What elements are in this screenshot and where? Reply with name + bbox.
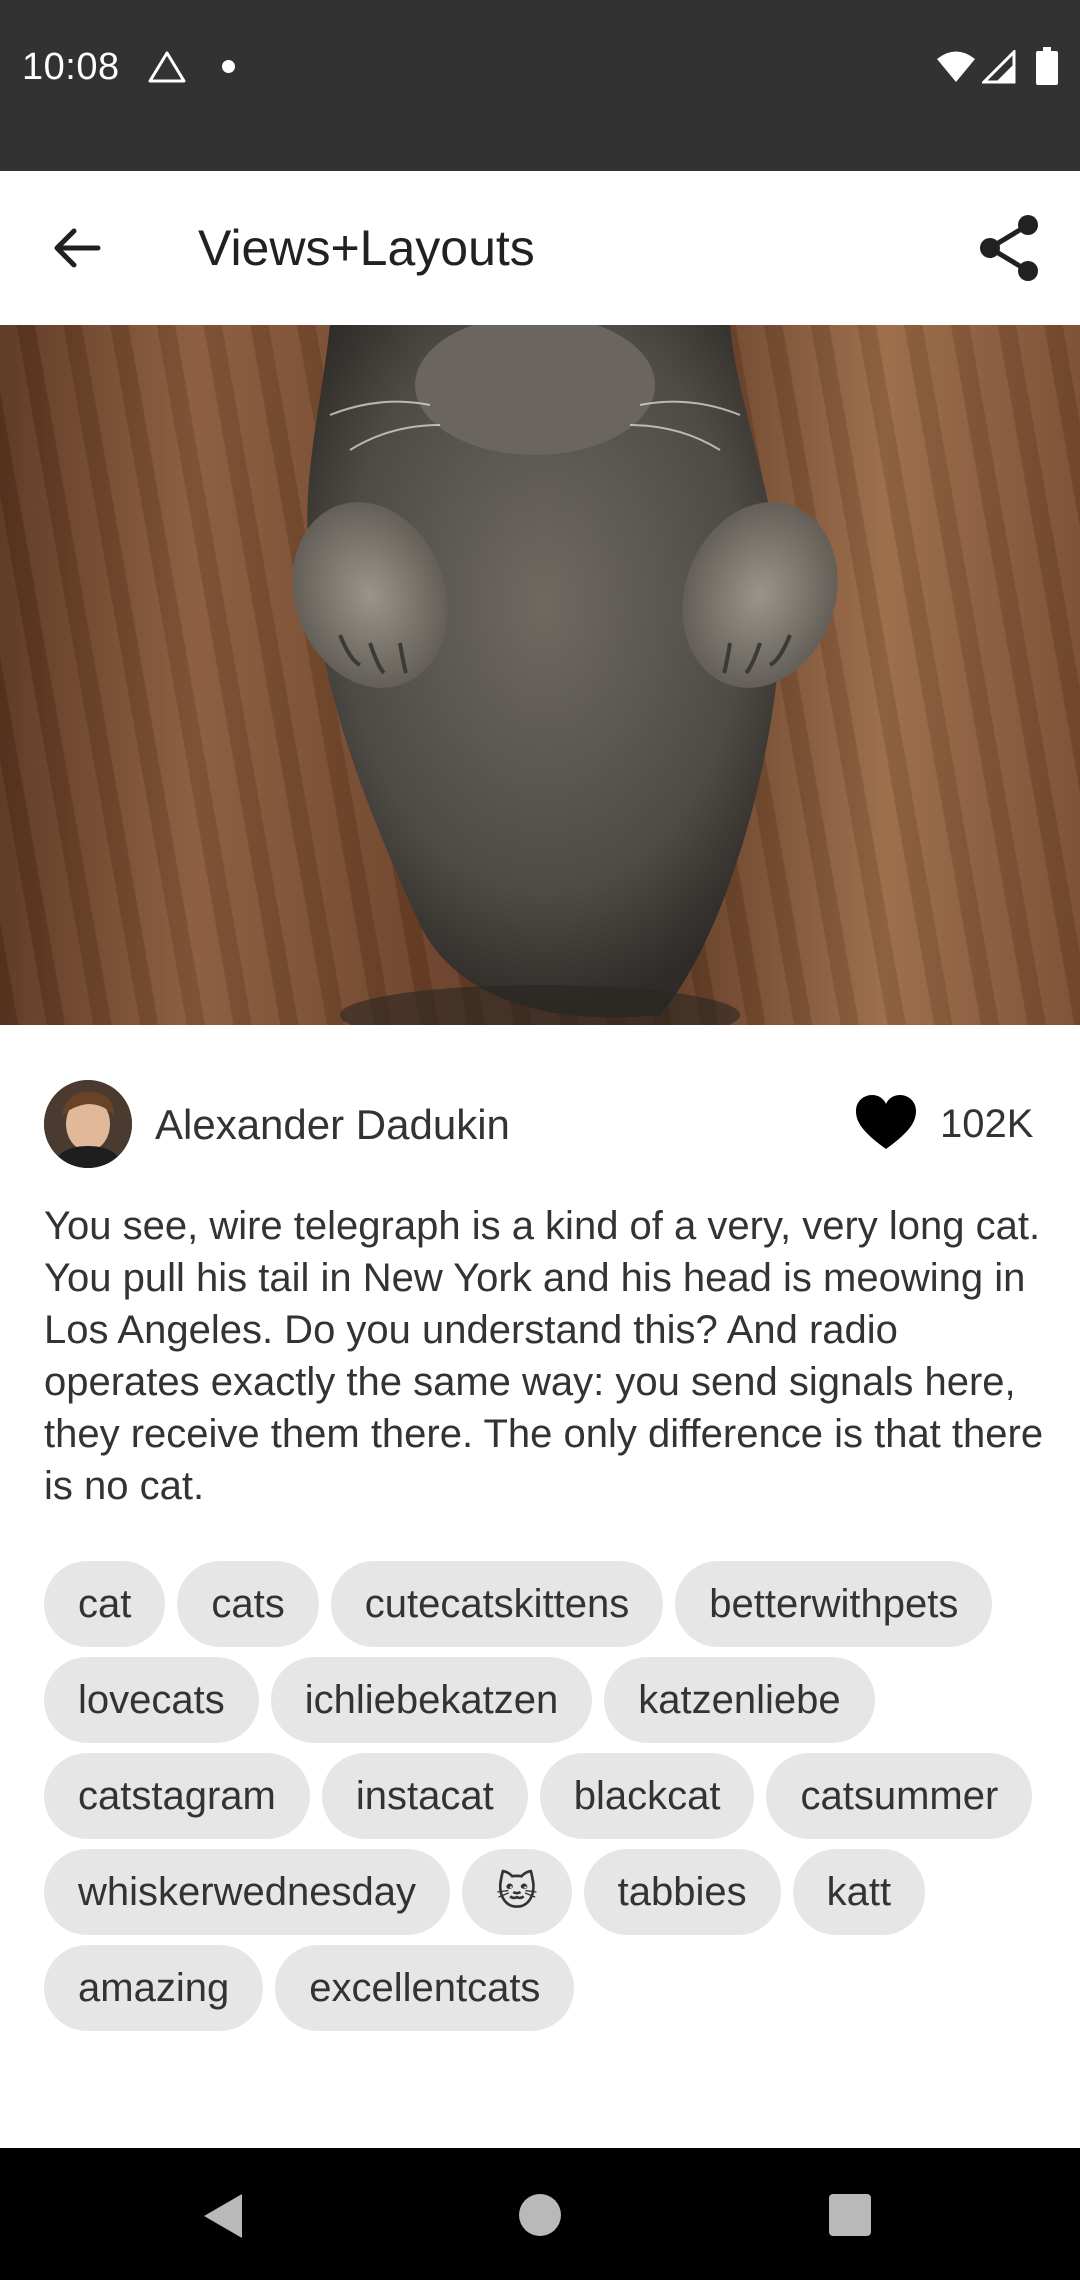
tag-chip[interactable]: catsummer xyxy=(766,1753,1033,1839)
nav-home-icon[interactable] xyxy=(519,2194,561,2236)
tag-chip[interactable]: 🐱 xyxy=(461,1849,572,1935)
tag-chip[interactable]: katzenliebe xyxy=(604,1657,875,1743)
status-bar: 10:08 xyxy=(0,0,1080,171)
post-description: You see, wire telegraph is a kind of a v… xyxy=(44,1204,1044,1508)
warning-icon xyxy=(148,51,186,83)
tag-list: cat cats cutecatskittens betterwithpets … xyxy=(44,1561,1054,2031)
wifi-icon xyxy=(937,51,975,82)
tag-chip[interactable]: cutecatskittens xyxy=(330,1561,664,1647)
nav-back-icon[interactable] xyxy=(202,2192,246,2240)
like-count: 102K xyxy=(940,1102,1034,1146)
tag-chip[interactable]: tabbies xyxy=(583,1849,781,1935)
tag-chip[interactable]: lovecats xyxy=(44,1657,259,1743)
post-photo xyxy=(0,325,1080,1025)
tag-chip[interactable]: instacat xyxy=(321,1753,528,1839)
tag-chip[interactable]: whiskerwednesday xyxy=(44,1849,450,1935)
battery-icon xyxy=(1036,47,1058,85)
tag-chip[interactable]: ichliebekatzen xyxy=(270,1657,593,1743)
notification-dot-icon xyxy=(222,60,235,73)
signal-icon xyxy=(982,50,1016,84)
share-icon[interactable] xyxy=(972,211,1046,285)
tag-chip[interactable]: cat xyxy=(44,1561,166,1647)
nav-recents-icon[interactable] xyxy=(829,2194,871,2236)
author-name[interactable]: Alexander Dadukin xyxy=(155,1101,510,1149)
tag-chip[interactable]: katt xyxy=(792,1849,926,1935)
tag-chip[interactable]: betterwithpets xyxy=(675,1561,993,1647)
tag-chip[interactable]: amazing xyxy=(44,1945,264,2031)
app-bar: Views+Layouts xyxy=(0,171,1080,325)
author-avatar[interactable] xyxy=(44,1080,132,1168)
tag-chip[interactable]: cats xyxy=(177,1561,319,1647)
heart-icon[interactable] xyxy=(854,1093,918,1153)
back-arrow-icon[interactable] xyxy=(38,209,116,287)
system-nav-bar xyxy=(0,2148,1080,2280)
app-title: Views+Layouts xyxy=(198,220,535,276)
tag-chip[interactable]: excellentcats xyxy=(275,1945,575,2031)
status-time: 10:08 xyxy=(22,46,120,88)
tag-chip[interactable]: catstagram xyxy=(44,1753,310,1839)
tag-chip[interactable]: blackcat xyxy=(539,1753,755,1839)
